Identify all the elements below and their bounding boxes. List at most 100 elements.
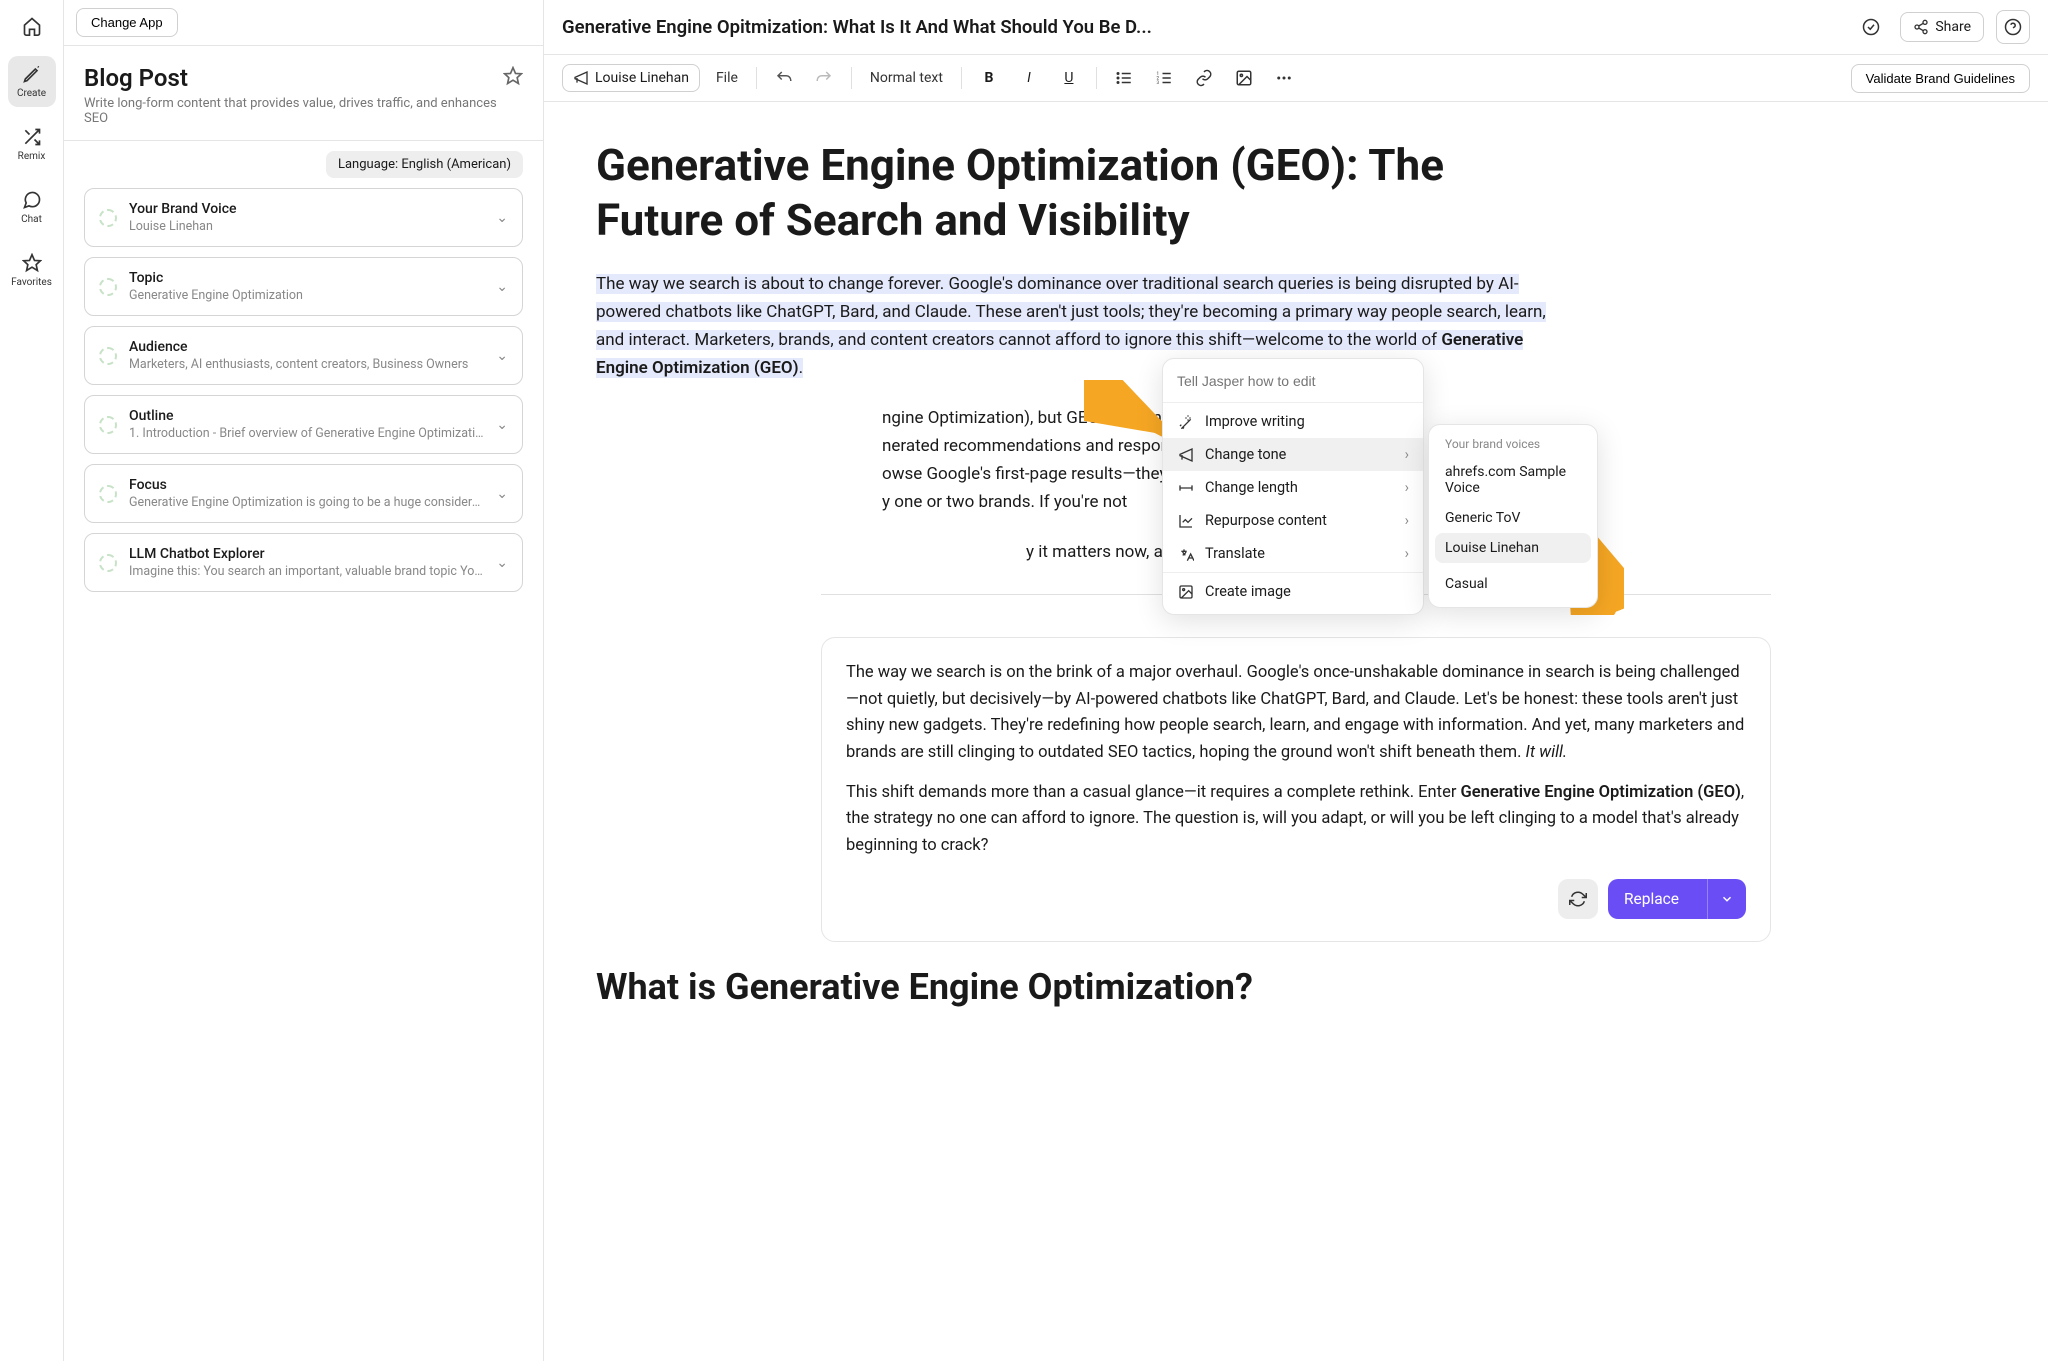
card-llm-explorer[interactable]: LLM Chatbot Explorer Imagine this: You s… (84, 533, 523, 592)
help-button[interactable] (1996, 10, 2030, 44)
rail-home[interactable] (8, 8, 56, 44)
card-desc: Generative Engine Optimization is going … (129, 495, 484, 510)
card-brand-voice[interactable]: Your Brand Voice Louise Linehan ⌄ (84, 188, 523, 247)
card-topic[interactable]: Topic Generative Engine Optimization ⌄ (84, 257, 523, 316)
doc-heading: Generative Engine Optimization (GEO): Th… (596, 138, 1546, 248)
language-chip[interactable]: Language: English (American) (326, 151, 523, 178)
voice-selector[interactable]: Louise Linehan (562, 64, 700, 92)
chat-icon (22, 190, 42, 210)
voice-option[interactable]: Louise Linehan (1435, 533, 1591, 563)
result-paragraph: This shift demands more than a casual gl… (846, 780, 1746, 859)
chevron-down-icon: ⌄ (496, 210, 508, 226)
card-title: Your Brand Voice (129, 201, 484, 217)
chevron-down-icon: ⌄ (496, 279, 508, 295)
voice-option[interactable]: ahrefs.com Sample Voice (1435, 457, 1591, 503)
card-title: Topic (129, 270, 484, 286)
image-button[interactable] (1229, 63, 1259, 93)
more-button[interactable] (1269, 63, 1299, 93)
rail-label: Favorites (11, 277, 52, 288)
left-rail: Create Remix Chat Favorites (0, 0, 64, 1361)
status-dot (99, 554, 117, 572)
card-title: LLM Chatbot Explorer (129, 546, 484, 562)
wand-icon (1177, 414, 1195, 430)
star-icon (22, 253, 42, 273)
editor-content[interactable]: Generative Engine Optimization (GEO): Th… (544, 102, 2048, 1361)
length-icon (1177, 480, 1195, 496)
chevron-down-icon: ⌄ (496, 417, 508, 433)
rail-remix[interactable]: Remix (8, 119, 56, 170)
regenerate-button[interactable] (1558, 879, 1598, 919)
tone-submenu: Your brand voices ahrefs.com Sample Voic… (1428, 424, 1598, 608)
italic-button[interactable]: I (1014, 63, 1044, 93)
bold-button[interactable]: B (974, 63, 1004, 93)
file-menu[interactable]: File (710, 66, 744, 90)
menu-repurpose[interactable]: Repurpose content › (1163, 504, 1423, 537)
status-dot (99, 347, 117, 365)
card-focus[interactable]: Focus Generative Engine Optimization is … (84, 464, 523, 523)
voice-option[interactable]: Casual (1435, 569, 1591, 599)
card-title: Audience (129, 339, 484, 355)
format-toolbar: Louise Linehan File Normal text B I U 12… (544, 55, 2048, 102)
share-icon (1913, 19, 1929, 35)
share-label: Share (1935, 19, 1971, 35)
shuffle-icon (22, 127, 42, 147)
rail-chat[interactable]: Chat (8, 182, 56, 233)
chevron-down-icon: ⌄ (496, 486, 508, 502)
card-title: Outline (129, 408, 484, 424)
chevron-right-icon: › (1405, 545, 1409, 562)
numbered-list-button[interactable]: 123 (1149, 63, 1179, 93)
card-audience[interactable]: Audience Marketers, AI enthusiasts, cont… (84, 326, 523, 385)
menu-change-tone[interactable]: Change tone › (1163, 438, 1423, 471)
validate-button[interactable]: Validate Brand Guidelines (1851, 64, 2030, 93)
share-button[interactable]: Share (1900, 12, 1984, 42)
chevron-down-icon: ⌄ (496, 348, 508, 364)
chevron-right-icon: › (1405, 446, 1409, 463)
status-dot (99, 278, 117, 296)
menu-change-length[interactable]: Change length › (1163, 471, 1423, 504)
config-panel: Change App Blog Post Write long-form con… (64, 0, 544, 1361)
doc-subheading: What is Generative Engine Optimization? (596, 966, 1996, 1008)
edit-prompt-input[interactable] (1177, 373, 1409, 389)
rail-create[interactable]: Create (8, 56, 56, 107)
card-outline[interactable]: Outline 1. Introduction - Brief overview… (84, 395, 523, 454)
card-desc: Generative Engine Optimization (129, 288, 484, 303)
status-dot (99, 209, 117, 227)
chevron-down-icon[interactable] (1707, 879, 1746, 919)
status-dot (99, 416, 117, 434)
chart-icon (1177, 513, 1195, 529)
rail-label: Create (17, 88, 46, 99)
chevron-right-icon: › (1405, 512, 1409, 529)
edit-context-menu: Improve writing Change tone › Change len… (1162, 358, 1424, 615)
doc-title[interactable]: Generative Engine Opitmization: What Is … (562, 16, 1842, 38)
card-desc: Marketers, AI enthusiasts, content creat… (129, 357, 484, 372)
card-title: Focus (129, 477, 484, 493)
undo-button[interactable] (769, 63, 799, 93)
card-desc: 1. Introduction - Brief overview of Gene… (129, 426, 484, 441)
image-icon (1177, 584, 1195, 600)
rail-label: Remix (18, 151, 46, 162)
menu-translate[interactable]: Translate › (1163, 537, 1423, 570)
replace-button[interactable]: Replace (1608, 879, 1746, 919)
megaphone-icon (1177, 447, 1195, 463)
menu-improve-writing[interactable]: Improve writing (1163, 405, 1423, 438)
translate-icon (1177, 546, 1195, 562)
page-title: Blog Post (84, 64, 523, 92)
menu-create-image[interactable]: Create image (1163, 575, 1423, 608)
link-button[interactable] (1189, 63, 1219, 93)
change-app-button[interactable]: Change App (76, 8, 178, 37)
svg-text:3: 3 (1156, 80, 1159, 86)
voice-label: Louise Linehan (595, 70, 689, 86)
text-style-selector[interactable]: Normal text (864, 66, 949, 90)
config-cards: Your Brand Voice Louise Linehan ⌄ Topic … (64, 184, 543, 612)
rail-favorites[interactable]: Favorites (8, 245, 56, 296)
megaphone-icon (573, 70, 589, 86)
underline-button[interactable]: U (1054, 63, 1084, 93)
bullet-list-button[interactable] (1109, 63, 1139, 93)
voice-option[interactable]: Generic ToV (1435, 503, 1591, 533)
redo-button[interactable] (809, 63, 839, 93)
card-desc: Imagine this: You search an important, v… (129, 564, 484, 579)
page-subtitle: Write long-form content that provides va… (84, 96, 523, 126)
card-desc: Louise Linehan (129, 219, 484, 234)
check-icon[interactable] (1854, 10, 1888, 44)
favorite-toggle[interactable] (503, 66, 523, 86)
